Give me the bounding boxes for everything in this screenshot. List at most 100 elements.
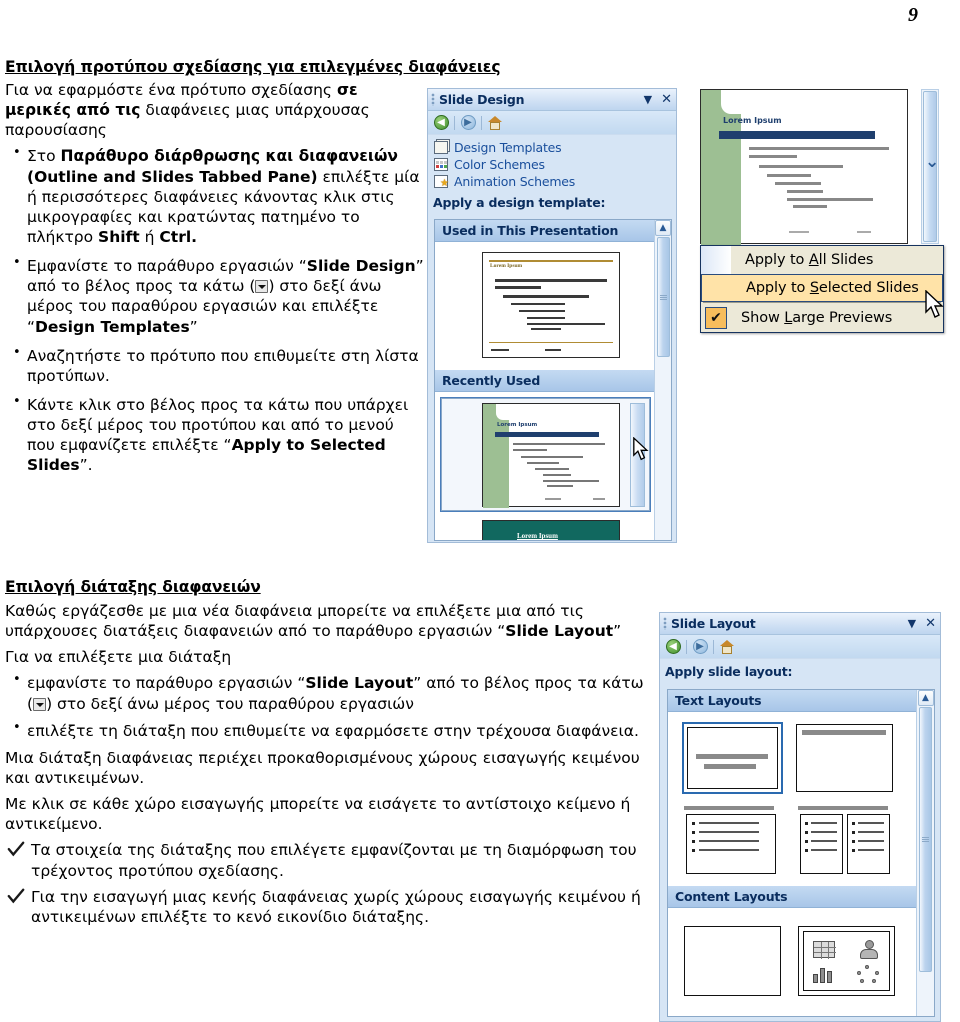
back-button[interactable]: ◀ <box>430 113 452 133</box>
color-schemes-icon <box>434 158 448 171</box>
body-text: Εμφανίστε το παράθυρο εργασιών “ <box>27 257 307 276</box>
group-header-used-in-presentation: Used in This Presentation <box>435 220 671 242</box>
context-menu-item[interactable]: ✔ Show Large Previews <box>701 304 943 332</box>
apply-slide-layout-heading: Apply slide layout: <box>665 664 793 679</box>
slide-layout-title: Slide Layout <box>671 616 756 631</box>
large-slide-preview[interactable]: Lorem Ipsum <box>700 89 908 245</box>
checkmark-icon <box>7 888 25 904</box>
intro-text-e: παρουσίασης <box>5 121 107 140</box>
scroll-up-button[interactable]: ▲ <box>917 690 934 706</box>
design-list-scrollbar[interactable]: ▲ <box>654 220 671 540</box>
body-text: επιλέξτε τη διάταξη που επιθυμείτε να εφ… <box>27 721 639 740</box>
bottom-check-note-1: Τα στοιχεία της διάταξης που επιλέγετε ε… <box>5 840 650 880</box>
home-icon <box>487 115 503 130</box>
slide-layout-listbox[interactable]: Text Layouts Content Layouts ▲ <box>667 689 935 1017</box>
chevron-down-icon[interactable]: ▼ <box>644 94 652 105</box>
slide-layout-task-pane[interactable]: Slide Layout ▼ ✕ ◀ ▶ Apply slide layout:… <box>659 612 941 1022</box>
body-text: ”. <box>79 456 93 475</box>
apply-template-context-menu[interactable]: Apply to All Slides Apply to Selected Sli… <box>700 245 944 333</box>
page-number: 9 <box>908 4 918 26</box>
intro-text-c: μερικές από τις <box>5 101 141 120</box>
bottom-paragraph-3: Μια διάταξη διαφάνειας περιέχει προκαθορ… <box>5 748 640 787</box>
slide-layout-scrollbar[interactable]: ▲ <box>916 690 934 1016</box>
apply-design-template-heading: Apply a design template: <box>433 195 606 210</box>
group-header-content-layouts: Content Layouts <box>668 886 919 908</box>
context-menu-item[interactable]: Apply to All Slides <box>701 246 943 274</box>
pane-grip-icon[interactable] <box>431 93 435 106</box>
design-template-listbox[interactable]: Used in This Presentation Lorem Ipsum Re… <box>434 219 672 541</box>
emphasis-text: Design Templates <box>35 317 190 336</box>
emphasis-text: Slide Layout <box>305 674 414 693</box>
design-template-thumbnail[interactable]: Lorem Ipsum <box>482 252 620 358</box>
design-template-thumbnail[interactable]: Lorem Ipsum <box>482 520 620 540</box>
home-button[interactable] <box>716 637 738 657</box>
forward-button[interactable]: ▶ <box>689 637 711 657</box>
back-button[interactable]: ◀ <box>662 637 684 657</box>
forward-icon: ▶ <box>692 639 708 654</box>
document-page: 9 Επιλογή προτύπου σχεδίασης για επιλεγμ… <box>0 0 960 1022</box>
layout-option-title-and-two-content[interactable] <box>798 806 895 876</box>
animation-schemes-icon: ★ <box>434 175 449 189</box>
forward-button[interactable]: ▶ <box>457 113 479 133</box>
home-button[interactable] <box>484 113 506 133</box>
thumbnail-dropdown-arrow[interactable] <box>630 403 645 507</box>
layout-option-title-slide[interactable] <box>682 722 783 794</box>
close-icon[interactable]: ✕ <box>661 93 672 106</box>
body-text: Στο <box>27 147 61 166</box>
close-icon[interactable]: ✕ <box>925 617 936 630</box>
list-item: Στο Παράθυρο διάρθρωσης και διαφανειών (… <box>13 145 425 247</box>
link-label: Design Templates <box>454 140 562 155</box>
back-icon: ◀ <box>665 639 681 654</box>
check-note-text: Για την εισαγωγή μιας κενής διαφάνειας χ… <box>31 887 641 926</box>
preview-slide-title: Lorem Ipsum <box>723 116 782 125</box>
layout-option-content[interactable] <box>798 926 895 996</box>
bottom-bullet-list: εμφανίστε το παράθυρο εργασιών “Slide La… <box>5 672 650 741</box>
emphasis-text: Slide Layout <box>505 622 614 641</box>
chevron-down-icon[interactable]: ▼ <box>908 618 916 629</box>
preview-scrollbar[interactable]: ⌄ <box>921 89 939 244</box>
emphasis-text: Shift <box>98 227 140 246</box>
link-color-schemes[interactable]: Color Schemes <box>428 156 676 173</box>
intro-text-b: σε <box>336 81 358 99</box>
home-icon <box>719 639 735 654</box>
bottom-paragraph-4: Με κλικ σε κάθε χώρο εισαγωγής μπορείτε … <box>5 795 631 834</box>
layout-option-title-only[interactable] <box>796 724 893 792</box>
emphasis-text: Slide Design <box>306 257 416 276</box>
link-design-templates[interactable]: Design Templates <box>428 139 676 156</box>
scrollbar-thumb[interactable] <box>656 237 670 357</box>
list-item: εμφανίστε το παράθυρο εργασιών “Slide La… <box>13 672 650 713</box>
bottom-section-title: Επιλογή διάταξης διαφανειών <box>5 578 261 596</box>
link-label: Color Schemes <box>454 157 545 172</box>
pane-grip-icon[interactable] <box>663 617 667 630</box>
menu-item-gutter <box>702 275 732 301</box>
checkmark-icon <box>7 842 25 857</box>
thumbnail-title: Lorem Ipsum <box>517 532 558 540</box>
slide-design-titlebar[interactable]: Slide Design ▼ ✕ <box>428 89 676 111</box>
checkbox-checked-icon[interactable]: ✔ <box>705 307 727 329</box>
layout-option-title-and-text[interactable] <box>684 806 781 876</box>
slide-layout-titlebar[interactable]: Slide Layout ▼ ✕ <box>660 613 940 635</box>
body-text: ” <box>613 622 622 641</box>
list-item: επιλέξτε τη διάταξη που επιθυμείτε να εφ… <box>13 720 650 741</box>
chevron-down-icon[interactable]: ⌄ <box>925 152 939 172</box>
bottom-text-section: Επιλογή διάταξης διαφανειών Καθώς εργάζε… <box>5 578 650 933</box>
bottom-paragraph-2: Για να επιλέξετε μια διάταξη <box>5 648 232 667</box>
link-animation-schemes[interactable]: ★ Animation Schemes <box>428 173 676 190</box>
slide-layout-nav-toolbar[interactable]: ◀ ▶ <box>660 635 940 659</box>
menu-item-label: Apply to All Slides <box>745 252 874 268</box>
scroll-up-button[interactable]: ▲ <box>655 220 671 236</box>
design-templates-icon <box>434 141 448 154</box>
check-note-text: Τα στοιχεία της διάταξης που επιλέγετε ε… <box>31 841 637 880</box>
design-template-thumbnail-selected[interactable]: Lorem Ipsum <box>440 397 651 512</box>
forward-icon: ▶ <box>460 115 476 130</box>
inline-dropdown-arrow-icon <box>255 280 269 294</box>
body-text: ) στο δεξί άνω μέρος του παραθύρου εργασ… <box>46 694 414 713</box>
group-header-recently-used: Recently Used <box>435 370 656 392</box>
slide-design-nav-toolbar[interactable]: ◀ ▶ <box>428 111 676 135</box>
bottom-check-note-2: Για την εισαγωγή μιας κενής διαφάνειας χ… <box>5 887 650 927</box>
layout-option-blank[interactable] <box>684 926 781 996</box>
scrollbar-thumb[interactable] <box>919 707 932 972</box>
link-label: Animation Schemes <box>454 174 576 189</box>
slide-design-task-pane[interactable]: Slide Design ▼ ✕ ◀ ▶ Design Templates Co… <box>427 88 677 543</box>
context-menu-item[interactable]: Apply to Selected Slides <box>701 274 943 302</box>
